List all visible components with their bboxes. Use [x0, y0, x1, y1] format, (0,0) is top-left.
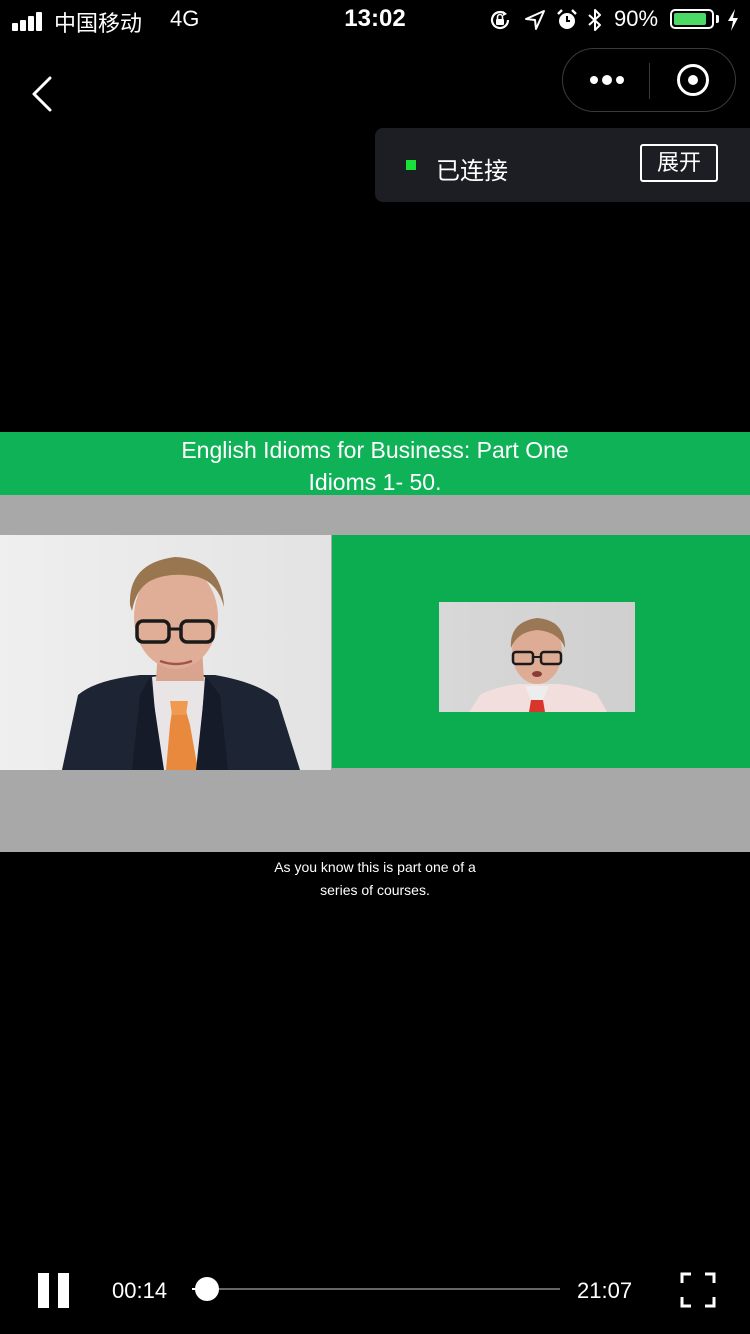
- charging-icon: [728, 9, 738, 31]
- status-bar: 中国移动 4G 13:02 90%: [0, 0, 750, 40]
- video-frame[interactable]: English Idioms for Business: Part One Id…: [0, 432, 750, 852]
- total-time: 21:07: [577, 1278, 633, 1303]
- current-time: 00:14: [112, 1278, 168, 1303]
- capsule-divider: [649, 63, 650, 99]
- battery-percent: 90%: [614, 6, 659, 31]
- player-controls: 00:14 21:07: [0, 1250, 750, 1330]
- back-button[interactable]: [24, 72, 64, 116]
- green-screen-panel: [332, 535, 750, 768]
- caption-line: As you know this is part one of a: [274, 859, 476, 875]
- video-caption: As you know this is part one of a series…: [0, 856, 750, 902]
- close-mini-program-button[interactable]: [651, 49, 737, 111]
- connection-panel: 已连接 展开: [375, 128, 750, 202]
- fullscreen-icon: [680, 1272, 716, 1308]
- video-title-bar: English Idioms for Business: Part One Id…: [0, 432, 750, 495]
- more-button[interactable]: [563, 49, 649, 111]
- connection-status: 已连接: [436, 158, 508, 185]
- seek-track: [192, 1288, 560, 1290]
- video-subtitle: Idioms 1- 50.: [308, 469, 442, 495]
- orientation-lock-icon: [490, 10, 510, 30]
- caption-line: series of courses.: [320, 882, 430, 898]
- fullscreen-button[interactable]: [680, 1272, 716, 1308]
- pause-button[interactable]: [34, 1270, 74, 1310]
- battery-icon: [670, 9, 714, 29]
- bluetooth-icon: [588, 9, 601, 31]
- seek-bar[interactable]: [192, 1277, 560, 1301]
- connection-status-dot: [406, 160, 416, 170]
- alarm-icon: [557, 9, 577, 29]
- expand-button[interactable]: 展开: [640, 144, 718, 182]
- battery-cap: [716, 15, 719, 23]
- location-icon: [525, 10, 545, 30]
- mini-program-capsule: [562, 48, 736, 112]
- video-title: English Idioms for Business: Part One: [181, 437, 569, 463]
- back-icon: [32, 76, 52, 112]
- presenter-image: [0, 535, 331, 770]
- seek-thumb[interactable]: [194, 1277, 219, 1301]
- picture-in-picture-video: [439, 602, 635, 712]
